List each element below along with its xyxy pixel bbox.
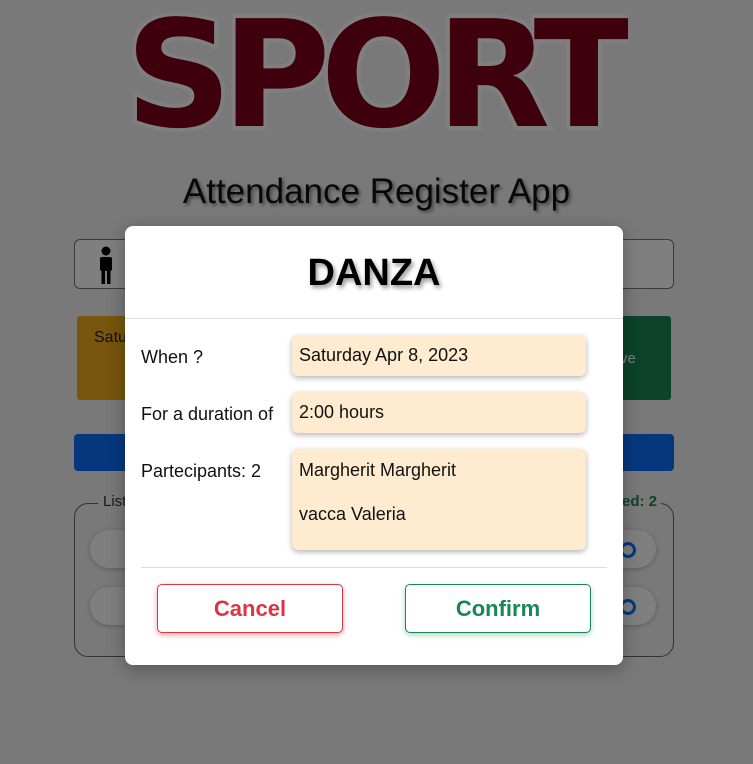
participants-field[interactable]: Margherit Margherit vacca Valeria: [292, 449, 586, 550]
confirm-button[interactable]: Confirm: [405, 584, 591, 633]
dialog-title: DANZA: [307, 252, 441, 294]
participant-name: vacca Valeria: [299, 504, 406, 524]
cancel-button[interactable]: Cancel: [157, 584, 343, 633]
duration-field[interactable]: 2:00 hours: [292, 392, 586, 433]
confirm-dialog: DANZA When ? Saturday Apr 8, 2023 For a …: [125, 226, 623, 665]
duration-label: For a duration of: [141, 404, 274, 424]
when-label: When ?: [141, 347, 204, 367]
participants-label: Partecipants: 2: [141, 461, 262, 481]
dialog-divider: [141, 567, 607, 568]
when-field[interactable]: Saturday Apr 8, 2023: [292, 335, 586, 376]
dialog-divider: [125, 318, 623, 319]
participant-name: Margherit Margherit: [299, 460, 457, 480]
